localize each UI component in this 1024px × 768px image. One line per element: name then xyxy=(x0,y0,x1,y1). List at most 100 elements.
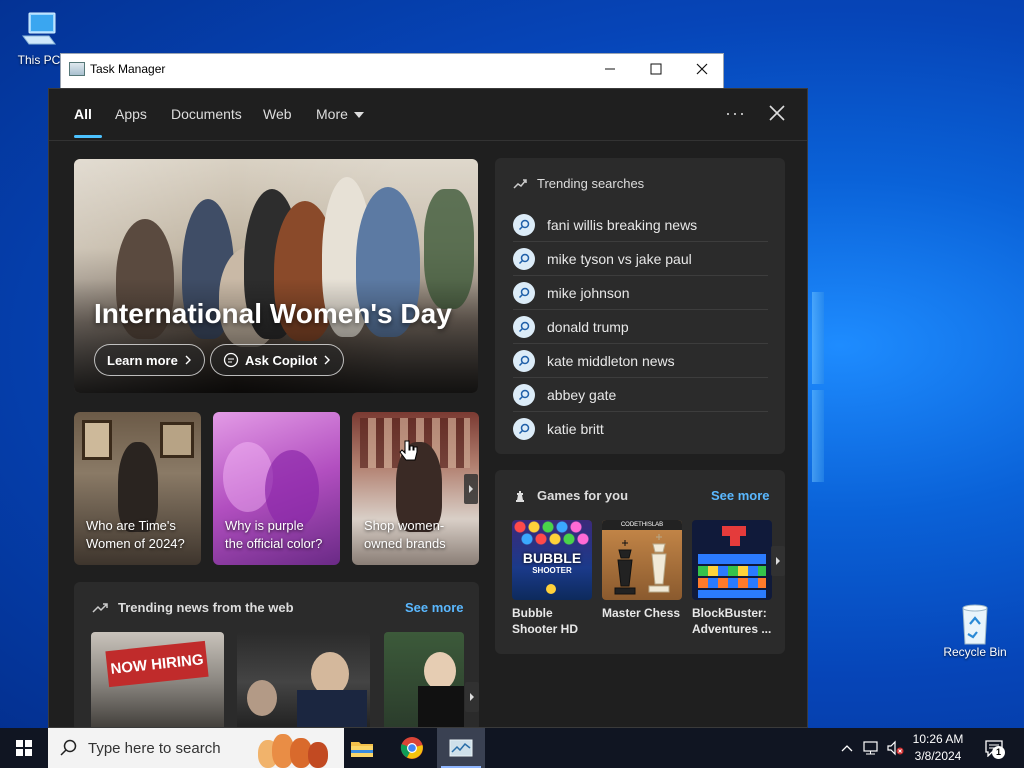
task-manager-window[interactable]: Task Manager xyxy=(60,53,724,89)
desktop-icon-recycle-bin[interactable]: Recycle Bin xyxy=(940,602,1010,659)
frame-image xyxy=(82,420,112,460)
trending-search-text: donald trump xyxy=(547,318,629,335)
close-icon[interactable] xyxy=(765,101,789,125)
start-button[interactable] xyxy=(0,728,48,768)
caption-line: the official color? xyxy=(225,536,323,551)
caption-line: owned brands xyxy=(364,536,446,551)
news-thumb-politics[interactable] xyxy=(237,632,370,727)
search-icon xyxy=(60,739,77,756)
trending-search-item[interactable]: fani willis breaking news xyxy=(513,208,768,242)
network-button[interactable] xyxy=(862,738,880,758)
games-title: Games for you xyxy=(513,488,628,503)
taskbar-search-box[interactable]: Type here to search xyxy=(48,728,344,768)
learn-more-button[interactable]: Learn more xyxy=(94,344,205,376)
minimize-button[interactable] xyxy=(587,54,633,84)
card-time-women[interactable]: Who are Time's Women of 2024? xyxy=(74,412,201,565)
tab-more[interactable]: More xyxy=(316,106,364,122)
close-button[interactable] xyxy=(679,54,725,84)
search-icon xyxy=(513,281,535,304)
trending-search-text: mike tyson vs jake paul xyxy=(547,250,692,267)
maximize-button[interactable] xyxy=(633,54,679,84)
now-hiring-sign: NOW HIRING xyxy=(105,640,209,688)
block xyxy=(698,554,766,564)
next-arrow-button[interactable] xyxy=(465,682,479,712)
folder-icon xyxy=(351,742,373,757)
trending-searches-title: Trending searches xyxy=(513,176,644,191)
volume-button[interactable] xyxy=(886,738,904,758)
game-thumbnail xyxy=(692,520,772,600)
tab-documents[interactable]: Documents xyxy=(171,106,242,122)
card-women-owned-brands[interactable]: Shop women- owned brands xyxy=(352,412,479,565)
chevron-right-icon xyxy=(324,355,331,365)
trending-search-item[interactable]: mike tyson vs jake paul xyxy=(513,242,768,276)
trending-searches-panel: Trending searches fani willis breaking n… xyxy=(495,158,785,454)
card-purple-color[interactable]: Why is purple the official color? xyxy=(213,412,340,565)
card-caption: Why is purple the official color? xyxy=(225,517,322,553)
game-name-line: Master Chess xyxy=(602,606,681,620)
block xyxy=(730,536,740,546)
game-name: Bubble Shooter HD xyxy=(512,605,592,637)
news-thumb-hiring[interactable]: NOW HIRING xyxy=(91,632,224,727)
chevron-right-icon xyxy=(185,355,191,365)
game-thumbnail: CODETHISLAB xyxy=(602,520,682,600)
trending-search-text: katie britt xyxy=(547,421,604,437)
taskbar-task-manager[interactable] xyxy=(437,728,485,768)
trending-search-item[interactable]: katie britt xyxy=(513,412,768,446)
taskbar-file-explorer[interactable] xyxy=(338,728,386,768)
recycle-bin-icon xyxy=(955,602,995,645)
caption-line: Women of 2024? xyxy=(86,536,185,551)
hand-cursor-icon xyxy=(399,440,418,461)
network-icon xyxy=(863,741,878,755)
caption-line: Why is purple xyxy=(225,518,304,533)
taskbar-clock[interactable]: 10:26 AM 3/8/2024 xyxy=(904,731,972,765)
card-caption: Shop women- owned brands xyxy=(364,517,446,553)
trending-search-item[interactable]: abbey gate xyxy=(513,378,768,412)
task-manager-icon xyxy=(449,739,473,757)
game-name-line: Adventures ... xyxy=(692,622,772,636)
show-hidden-icons-button[interactable] xyxy=(838,738,856,758)
game-name: Master Chess xyxy=(602,605,682,621)
ask-copilot-button[interactable]: Ask Copilot xyxy=(210,344,345,376)
tab-apps[interactable]: Apps xyxy=(115,106,147,122)
trending-search-item[interactable]: kate middleton news xyxy=(513,344,768,378)
search-placeholder: Type here to search xyxy=(88,740,221,757)
see-more-link[interactable]: See more xyxy=(405,600,464,615)
game-art-subtitle: SHOOTER xyxy=(532,566,572,575)
tab-more-label: More xyxy=(316,106,348,122)
section-title-text: Games for you xyxy=(537,488,629,503)
card-caption: Who are Time's Women of 2024? xyxy=(86,517,185,553)
learn-more-label: Learn more xyxy=(107,352,178,368)
game-bubble-shooter[interactable]: BUBBLE SHOOTER Bubble Shooter HD xyxy=(512,520,592,637)
section-title-text: Trending news from the web xyxy=(118,600,294,615)
tab-web[interactable]: Web xyxy=(263,106,292,122)
game-blockbuster[interactable]: BlockBuster: Adventures ... xyxy=(692,520,772,637)
next-arrow-button[interactable] xyxy=(464,474,478,504)
trending-search-item[interactable]: donald trump xyxy=(513,310,768,344)
tab-all[interactable]: All xyxy=(74,106,92,122)
search-flyout: All Apps Documents Web More ··· Internat… xyxy=(48,88,808,728)
bubbles xyxy=(512,520,592,546)
frame-image xyxy=(160,422,194,458)
game-thumbnail: BUBBLE SHOOTER xyxy=(512,520,592,600)
more-options-icon[interactable]: ··· xyxy=(725,103,746,124)
games-panel: Games for you See more BUBBLE SHOOTER Bu… xyxy=(495,470,785,654)
block xyxy=(698,578,766,588)
search-icon xyxy=(513,349,535,372)
game-master-chess[interactable]: CODETHISLAB Master Chess xyxy=(602,520,682,621)
action-center-button[interactable]: 1 xyxy=(982,738,1006,759)
game-art-title: BUBBLE xyxy=(522,550,582,566)
see-more-link[interactable]: See more xyxy=(711,488,770,503)
clock-date: 3/8/2024 xyxy=(914,749,962,763)
taskbar-chrome[interactable] xyxy=(388,728,436,768)
bubble xyxy=(546,584,556,594)
next-arrow-button[interactable] xyxy=(771,546,785,576)
block xyxy=(722,526,746,536)
news-thumb-celebrity[interactable] xyxy=(384,632,464,727)
search-icon xyxy=(513,315,535,338)
trending-search-item[interactable]: mike johnson xyxy=(513,276,768,310)
caption-line: Who are Time's xyxy=(86,518,176,533)
person-dress xyxy=(418,686,464,727)
notification-badge: 1 xyxy=(992,746,1005,759)
trending-search-text: mike johnson xyxy=(547,284,630,301)
block xyxy=(698,566,766,576)
